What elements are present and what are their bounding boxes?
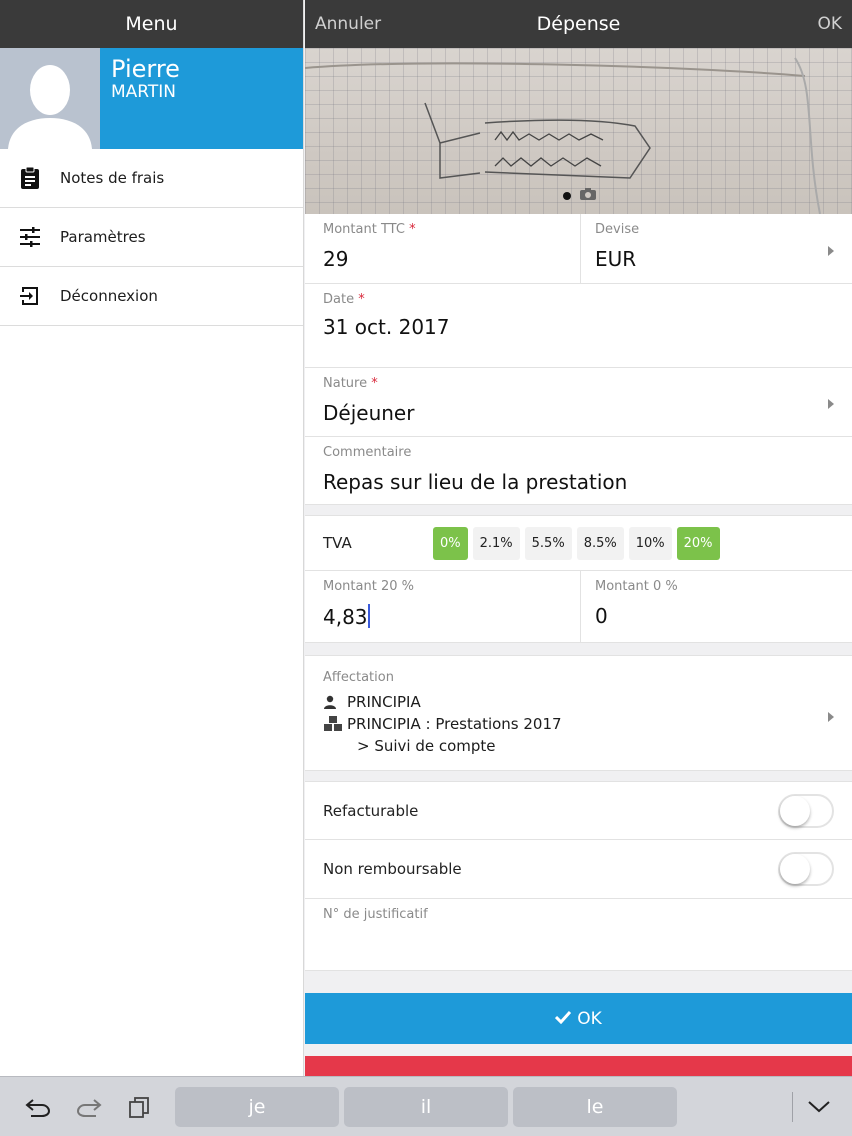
menu-item-label: Paramètres: [60, 228, 146, 246]
amount-20-label: Montant 20 %: [323, 579, 414, 594]
non-remboursable-label: Non remboursable: [323, 860, 462, 878]
required-mark: *: [409, 222, 416, 237]
affectation-label: Affectation: [323, 670, 394, 685]
affectation-project: PRINCIPIA : Prestations 2017: [347, 715, 562, 733]
tva-row: TVA 0% 2.1% 5.5% 8.5% 10% 20%: [305, 515, 852, 571]
profile-last-name: MARTIN: [111, 82, 176, 102]
divider: [792, 1091, 793, 1122]
date-label: Date: [323, 292, 355, 307]
profile-first-name: Pierre: [111, 55, 180, 83]
nature-value: Déjeuner: [323, 401, 415, 425]
clipboard-icon: [0, 166, 60, 190]
amount-0-field[interactable]: Montant 0 % 0: [580, 571, 852, 642]
tva-rate-10[interactable]: 10%: [628, 526, 672, 560]
suggestion-2[interactable]: il: [344, 1086, 508, 1127]
currency-label: Devise: [595, 222, 640, 237]
delete-button[interactable]: [305, 1056, 852, 1076]
suggestion-3[interactable]: le: [513, 1086, 677, 1127]
comment-label: Commentaire: [323, 445, 412, 460]
date-field[interactable]: Date * 31 oct. 2017: [305, 284, 852, 368]
refacturable-row: Refacturable: [305, 781, 852, 840]
non-remboursable-toggle[interactable]: [778, 852, 834, 886]
amount-20-field[interactable]: Montant 20 % 4,83: [305, 571, 580, 642]
chevron-right-icon: [828, 399, 834, 409]
suggestion-1[interactable]: je: [175, 1086, 339, 1127]
amount-0-label: Montant 0 %: [595, 579, 678, 594]
avatar-silhouette-icon: [0, 48, 100, 149]
menu-item-label: Notes de frais: [60, 169, 165, 187]
nature-label: Nature: [323, 376, 368, 391]
nature-select[interactable]: Nature * Déjeuner: [305, 368, 852, 437]
ok-nav-button[interactable]: OK: [817, 14, 842, 34]
side-menu: Menu Pierre MARTIN Notes de frais Paramè…: [0, 0, 304, 1076]
required-mark: *: [358, 292, 365, 307]
refacturable-toggle[interactable]: [778, 794, 834, 828]
affectation-select[interactable]: Affectation PRINCIPIA PRINCIPIA : Presta…: [305, 655, 852, 771]
tva-rate-20[interactable]: 20%: [676, 526, 720, 560]
affectation-task: > Suivi de compte: [357, 737, 496, 755]
comment-value: Repas sur lieu de la prestation: [323, 470, 628, 494]
menu-item-parametres[interactable]: Paramètres: [0, 208, 303, 267]
amount-currency-row: Montant TTC * 29 Devise EUR: [305, 214, 852, 284]
tva-rate-5-5[interactable]: 5.5%: [524, 526, 572, 560]
tva-rate-0[interactable]: 0%: [433, 526, 468, 560]
currency-value: EUR: [595, 247, 637, 271]
menu-item-deconnexion[interactable]: Déconnexion: [0, 267, 303, 326]
keyboard-bar: je il le: [0, 1076, 852, 1136]
tva-label: TVA: [323, 534, 352, 552]
comment-field[interactable]: Commentaire Repas sur lieu de la prestat…: [305, 437, 852, 505]
justificatif-label: N° de justificatif: [323, 907, 428, 922]
app-root: Menu Pierre MARTIN Notes de frais Paramè…: [0, 0, 852, 1136]
logout-icon: [0, 285, 60, 307]
menu-item-notes-de-frais[interactable]: Notes de frais: [0, 149, 303, 208]
menu-item-label: Déconnexion: [60, 287, 158, 305]
non-remboursable-row: Non remboursable: [305, 840, 852, 899]
amount-value: 29: [323, 247, 349, 271]
page-indicator-dot[interactable]: [563, 191, 571, 200]
avatar: [0, 48, 100, 149]
chevron-right-icon: [828, 712, 834, 722]
sliders-icon: [0, 227, 60, 247]
redo-icon[interactable]: [76, 1096, 103, 1118]
currency-select[interactable]: Devise EUR: [580, 214, 852, 283]
photo-pager[interactable]: [563, 186, 597, 205]
user-icon: [323, 695, 347, 709]
tva-rate-8-5[interactable]: 8.5%: [576, 526, 624, 560]
check-icon: [555, 1009, 572, 1029]
amount-label: Montant TTC: [323, 222, 405, 237]
required-mark: *: [371, 376, 378, 391]
text-cursor: [367, 604, 370, 628]
profile-card[interactable]: Pierre MARTIN: [0, 48, 303, 149]
tva-rate-2-1[interactable]: 2.1%: [472, 526, 520, 560]
amount-field[interactable]: Montant TTC * 29: [305, 214, 580, 283]
amount-0-value: 0: [595, 604, 608, 628]
cubes-icon: [323, 716, 347, 732]
vat-amounts-row: Montant 20 % 4,83 Montant 0 % 0: [305, 571, 852, 643]
nav-bar: Annuler Dépense OK: [305, 0, 852, 48]
expense-panel: Annuler Dépense OK Montant TTC * 29 Devi…: [305, 0, 852, 1076]
chevron-down-icon[interactable]: [807, 1100, 831, 1114]
cancel-button[interactable]: Annuler: [315, 14, 381, 34]
ok-button-label: OK: [577, 1008, 602, 1029]
clipboard-copy-icon[interactable]: [128, 1096, 150, 1118]
undo-icon[interactable]: [25, 1096, 51, 1118]
refacturable-label: Refacturable: [323, 801, 419, 820]
date-value: 31 oct. 2017: [323, 315, 450, 339]
affectation-client: PRINCIPIA: [347, 693, 421, 711]
chevron-right-icon: [828, 246, 834, 256]
justificatif-field[interactable]: N° de justificatif: [305, 899, 852, 971]
ok-button[interactable]: OK: [305, 993, 852, 1044]
menu-title: Menu: [0, 0, 303, 48]
amount-20-value: 4,83: [323, 605, 368, 629]
receipt-photo[interactable]: [305, 48, 852, 214]
camera-icon[interactable]: [579, 186, 597, 205]
page-title: Dépense: [536, 13, 621, 35]
